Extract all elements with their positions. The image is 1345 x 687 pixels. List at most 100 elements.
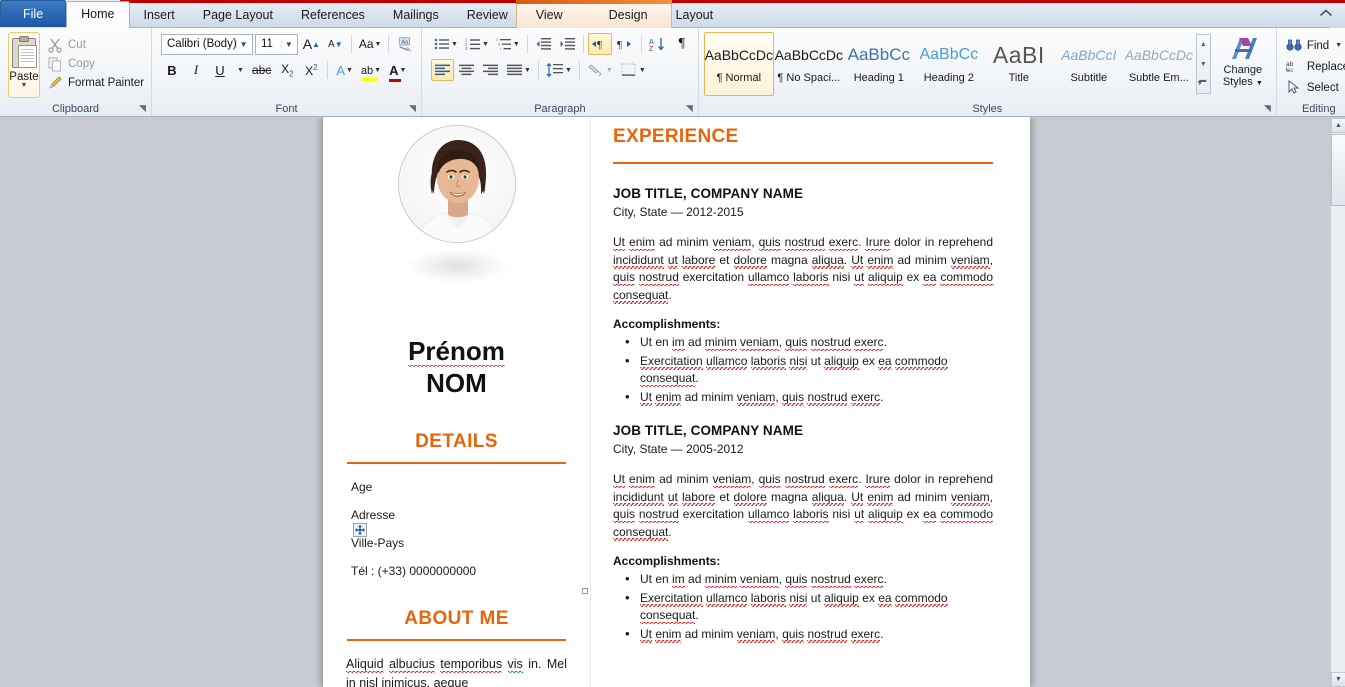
list-item[interactable]: Exercitation ullamco laboris nisi ut ali…	[613, 589, 993, 625]
detail-adresse[interactable]: Adresse	[343, 508, 570, 522]
increase-indent-button[interactable]	[556, 33, 579, 55]
underline-dropdown-icon[interactable]: ▼	[233, 59, 247, 81]
numbering-button[interactable]: 123 ▼	[462, 33, 492, 55]
grow-font-button[interactable]: A ▲	[300, 33, 322, 55]
styles-gallery-scrollbar[interactable]: ▲ ▼ ▼ ▬	[1195, 34, 1211, 94]
show-formatting-marks-button[interactable]: ¶	[671, 33, 693, 55]
style-subtle-emphasis[interactable]: AaBbCcDc Subtle Em...	[1124, 32, 1194, 96]
shading-button[interactable]: ▼	[584, 59, 616, 81]
scroll-down-arrow-icon[interactable]: ▼	[1331, 672, 1345, 687]
tab-file[interactable]: File	[0, 0, 67, 27]
document-canvas[interactable]: Prénom NOM DETAILS Age Adresse Ville-Pay…	[0, 117, 1345, 687]
font-dialog-launcher[interactable]: ◥	[407, 103, 418, 114]
experience-entry[interactable]: JOB TITLE, COMPANY NAME City, State — 20…	[613, 186, 993, 406]
align-center-button[interactable]	[455, 59, 478, 81]
text-highlight-button[interactable]: ab ▼	[358, 59, 384, 81]
select-button[interactable]: Select ▼	[1282, 77, 1345, 98]
styles-dialog-launcher[interactable]: ◥	[1262, 103, 1273, 114]
replace-button[interactable]: ab ac Replace	[1282, 56, 1345, 77]
group-title-styles: Styles	[972, 103, 1003, 115]
minimize-ribbon-icon[interactable]	[1317, 6, 1335, 22]
right-to-left-button[interactable]: ¶	[613, 33, 637, 55]
tab-page-layout[interactable]: Page Layout	[189, 4, 287, 27]
styles-scroll-up-icon[interactable]: ▲	[1197, 35, 1210, 54]
tab-home[interactable]: Home	[66, 1, 130, 28]
profile-photo-wrap[interactable]	[397, 125, 516, 283]
vertical-scrollbar[interactable]: ▲ ▼	[1330, 118, 1345, 687]
list-item[interactable]: Ut en im ad minim veniam, quis nostrud e…	[613, 570, 993, 589]
align-right-button[interactable]	[479, 59, 502, 81]
styles-scroll-down-icon[interactable]: ▼	[1197, 55, 1210, 74]
clipboard-dialog-launcher[interactable]: ◥	[137, 103, 148, 114]
tab-references[interactable]: References	[287, 4, 379, 27]
format-painter-button[interactable]: Format Painter	[43, 73, 148, 92]
scroll-up-arrow-icon[interactable]: ▲	[1331, 118, 1345, 133]
bullets-button[interactable]: ▼	[431, 33, 461, 55]
job-title: JOB TITLE, COMPANY NAME	[613, 423, 804, 438]
font-name-dropdown-icon[interactable]: ▼	[236, 39, 250, 49]
find-button[interactable]: Find ▼	[1282, 35, 1345, 56]
tab-design[interactable]: Design	[595, 4, 662, 27]
sort-button[interactable]: AZ	[646, 33, 670, 55]
detail-ville-pays[interactable]: Ville-Pays	[343, 536, 570, 550]
detail-telephone[interactable]: Tél : (+33) 0000000000	[343, 564, 570, 578]
underline-button[interactable]: U	[209, 59, 231, 81]
tab-review[interactable]: Review	[453, 4, 522, 27]
paste-button[interactable]: Paste ▼	[8, 32, 40, 98]
shrink-font-button[interactable]: A ▼	[324, 33, 346, 55]
copy-button[interactable]: Copy	[43, 54, 148, 73]
profile-photo[interactable]	[397, 125, 516, 243]
style-subtitle[interactable]: AaBbCcI Subtitle	[1054, 32, 1124, 96]
borders-button[interactable]: ▼	[617, 59, 649, 81]
list-item[interactable]: Ut en im ad minim veniam, quis nostrud e…	[613, 333, 993, 352]
italic-button[interactable]: I	[185, 59, 207, 81]
style-heading-2[interactable]: AaBbCc Heading 2	[914, 32, 984, 96]
text-effects-button[interactable]: A ▼	[333, 59, 356, 81]
about-me-text[interactable]: Aliquid albucius temporibus vis in. Mel …	[343, 655, 570, 687]
scrollbar-thumb[interactable]	[1331, 134, 1345, 206]
styles-more-icon[interactable]: ▼ ▬	[1196, 74, 1210, 93]
paste-dropdown-icon[interactable]: ▼	[21, 82, 28, 89]
copy-label: Copy	[68, 57, 95, 70]
style-heading-1[interactable]: AaBbCс Heading 1	[844, 32, 914, 96]
line-spacing-button[interactable]: ▼	[543, 59, 575, 81]
list-item[interactable]: Ut enim ad minim veniam, quis nostrud ex…	[613, 388, 993, 407]
list-item[interactable]: Ut enim ad minim veniam, quis nostrud ex…	[613, 625, 993, 644]
change-styles-button[interactable]: Change Styles ▼	[1215, 32, 1271, 96]
justify-button[interactable]: ▼	[503, 59, 534, 81]
cut-button[interactable]: Cut	[43, 35, 148, 54]
experience-entry[interactable]: JOB TITLE, COMPANY NAME City, State — 20…	[613, 423, 993, 643]
job-description[interactable]: Ut enim ad minim veniam, quis nostrud ex…	[613, 234, 993, 304]
font-color-button[interactable]: A ▼	[386, 59, 409, 82]
tab-mailings[interactable]: Mailings	[379, 4, 453, 27]
group-title-editing: Editing	[1301, 103, 1336, 115]
change-case-button[interactable]: Aa ▼	[357, 33, 383, 55]
font-size-input[interactable]: 11 ▼	[255, 33, 299, 55]
table-move-handle[interactable]	[353, 523, 367, 537]
font-name-input[interactable]: Calibri (Body) ▼	[161, 33, 253, 55]
list-item[interactable]: Exercitation ullamco laboris nisi ut ali…	[613, 352, 993, 388]
table-resize-handle[interactable]	[582, 588, 588, 594]
paragraph-dialog-launcher[interactable]: ◥	[684, 103, 695, 114]
left-to-right-button[interactable]: ¶	[587, 33, 612, 55]
strikethrough-button[interactable]: abc	[249, 59, 274, 81]
clear-formatting-button[interactable]: Aa	[394, 33, 416, 55]
job-description[interactable]: Ut enim ad minim veniam, quis nostrud ex…	[613, 471, 993, 541]
superscript-button[interactable]: X2	[300, 59, 322, 81]
tab-insert[interactable]: Insert	[130, 4, 189, 27]
tab-layout[interactable]: Layout	[662, 4, 728, 27]
align-left-button[interactable]	[431, 59, 454, 81]
font-size-dropdown-icon[interactable]: ▼	[281, 39, 295, 49]
style-no-spacing[interactable]: AaBbCcDc ¶ No Spaci...	[774, 32, 844, 96]
multilevel-list-button[interactable]: 1ai ▼	[493, 33, 523, 55]
style-title[interactable]: AaBІ Title	[984, 32, 1054, 96]
decrease-indent-button[interactable]	[532, 33, 555, 55]
bold-button[interactable]: B	[161, 59, 183, 81]
document-page[interactable]: Prénom NOM DETAILS Age Adresse Ville-Pay…	[323, 117, 1030, 687]
change-styles-label-2: Styles	[1222, 76, 1253, 88]
tab-view[interactable]: View	[522, 4, 577, 27]
resume-name[interactable]: Prénom NOM	[343, 337, 570, 398]
detail-age[interactable]: Age	[343, 480, 570, 494]
style-normal[interactable]: AaBbCcDc ¶ Normal	[703, 32, 774, 96]
subscript-button[interactable]: X2	[276, 59, 298, 81]
